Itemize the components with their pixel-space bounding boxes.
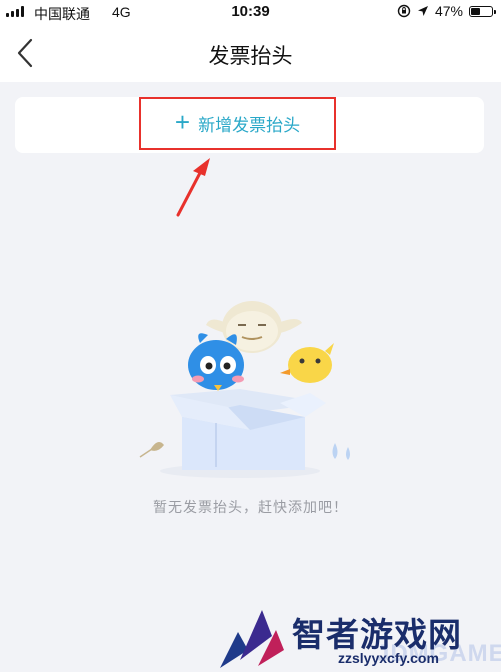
battery-icon [469, 5, 496, 17]
battery-level [471, 7, 481, 15]
watermark-logo-icon [220, 610, 284, 668]
battery-percent: 47% [434, 3, 463, 19]
page-title: 发票抬头 [208, 45, 293, 68]
status-right-group: 47% [397, 3, 496, 19]
plus-icon: + [174, 107, 191, 137]
watermark-title: 智者游戏网 [292, 616, 462, 653]
annotation-arrow-icon [176, 158, 210, 217]
add-invoice-title-label: 新增发票抬头 [198, 116, 301, 135]
orientation-lock-icon [397, 4, 411, 18]
empty-state-message: 暂无发票抬头，赶快添加吧！ [153, 499, 348, 515]
watermark-subtitle: zzslyyxcfy.com [338, 650, 439, 666]
watermark: JDMGAME 智者游戏网 zzslyyxcfy.com [218, 602, 501, 672]
add-invoice-title-card: + 新增发票抬头 [15, 97, 484, 153]
mascot-box-illustration [139, 301, 350, 478]
add-invoice-title-button[interactable]: + 新增发票抬头 [139, 97, 336, 150]
status-bar: 中国联通 4G 10:39 47% [0, 0, 501, 24]
location-arrow-icon [417, 6, 428, 16]
nav-bar: 发票抬头 [0, 24, 501, 82]
